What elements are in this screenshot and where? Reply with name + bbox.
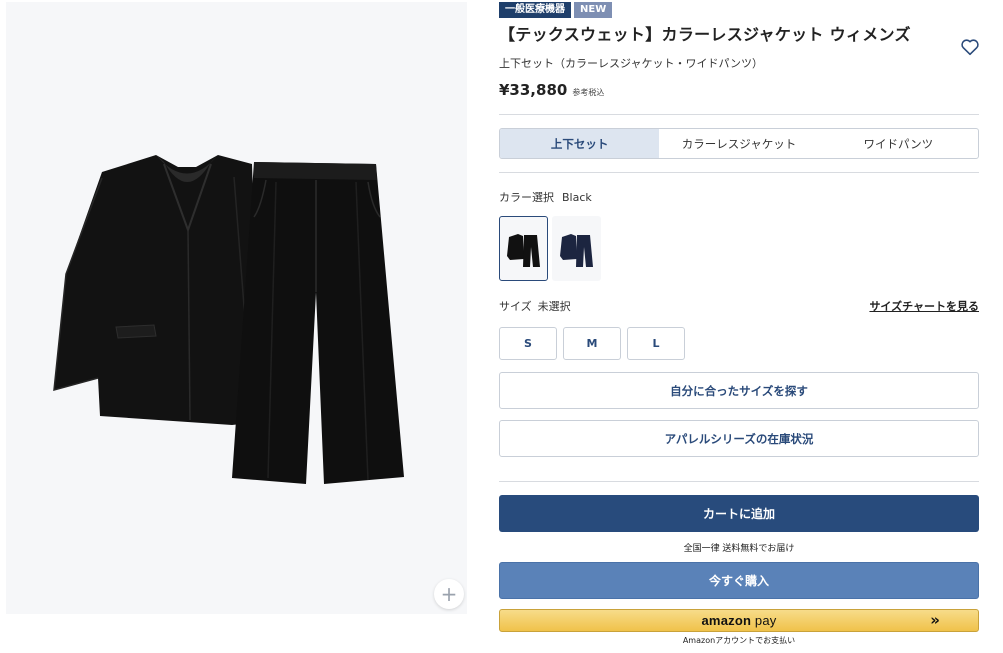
tab-pants[interactable]: ワイドパンツ [819,129,978,158]
product-title: 【テックスウェット】カラーレスジャケット ウィメンズ [499,25,911,44]
amazon-logo-bold: amazon [701,613,752,628]
size-s-button[interactable]: S [499,327,557,360]
amazon-logo-pay: pay [751,613,777,628]
selected-color: Black [562,191,592,204]
divider [499,481,979,482]
color-label: カラー選択 Black [499,189,592,205]
divider [499,114,979,115]
amazon-pay-note: Amazonアカウントでお支払い [682,636,796,645]
amazon-pay-button[interactable]: amazon pay » [499,609,979,632]
jacket-illustration [53,155,260,425]
find-size-button[interactable]: 自分に合ったサイズを探す [499,372,979,409]
size-chart-link[interactable]: サイズチャートを見る [869,298,979,314]
variant-tabs: 上下セット カラーレスジャケット ワイドパンツ [499,128,979,159]
tab-set[interactable]: 上下セット [500,129,660,158]
size-label: サイズ 未選択 [499,298,571,314]
plus-icon: + [440,582,458,606]
color-swatches [499,216,601,281]
heart-icon[interactable] [959,36,981,58]
swatch-black[interactable] [499,216,548,281]
swatch-black-image [506,233,540,267]
size-m-button[interactable]: M [563,327,621,360]
price-row: ¥33,880 参考税込 [499,81,604,99]
product-image-panel: + [6,2,467,614]
size-options: S M L [499,327,685,360]
swatch-navy-image [559,233,593,267]
price-note: 参考税込 [572,88,605,97]
double-chevron-icon: » [930,611,940,629]
stock-status-button[interactable]: アパレルシリーズの在庫状況 [499,420,979,457]
price: ¥33,880 [499,81,568,99]
medical-device-badge: 一般医療機器 [499,2,571,18]
product-image [53,155,404,484]
badges: 一般医療機器 NEW [499,2,613,18]
pants-illustration [232,162,404,484]
tab-jacket[interactable]: カラーレスジャケット [659,129,818,158]
shipping-note: 全国一律 送料無料でお届け [683,544,795,554]
divider [499,172,979,173]
selected-size: 未選択 [537,300,571,313]
add-to-cart-button[interactable]: カートに追加 [499,495,979,532]
new-badge: NEW [574,2,613,18]
swatch-navy[interactable] [552,216,601,281]
size-label-text: サイズ [499,300,532,313]
amazon-pay-logo: amazon pay [702,613,777,628]
size-l-button[interactable]: L [627,327,685,360]
zoom-button[interactable]: + [434,579,464,609]
buy-now-button[interactable]: 今すぐ購入 [499,562,979,599]
product-subtitle: 上下セット（カラーレスジャケット・ワイドパンツ） [499,57,763,70]
color-label-text: カラー選択 [499,191,554,204]
